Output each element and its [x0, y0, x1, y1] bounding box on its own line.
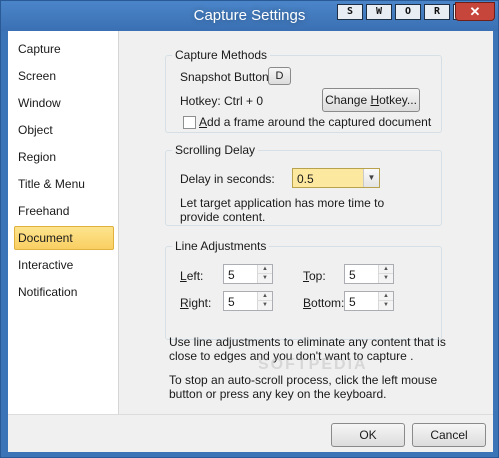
right-label-text: ight: [188, 296, 212, 310]
sword-letter: O [395, 4, 421, 20]
client-area: Capture Screen Window Object Region Titl… [8, 31, 493, 452]
category-sidebar: Capture Screen Window Object Region Titl… [8, 31, 119, 414]
ok-button[interactable]: OK [331, 423, 405, 447]
right-mnemonic: R [180, 296, 189, 310]
line-adjustments-group: Line Adjustments Left: 5 ▲ ▼ Top: 5 ▲ ▼ [165, 239, 442, 340]
right-label: Right: [180, 296, 211, 310]
change-hotkey-label-rest: otkey... [379, 93, 417, 107]
capture-methods-legend: Capture Methods [172, 48, 271, 62]
delay-description: Let target application has more time to … [180, 196, 385, 224]
spin-up-icon[interactable]: ▲ [258, 292, 272, 301]
bottom-spinner[interactable]: 5 ▲ ▼ [344, 291, 394, 311]
sidebar-item-screen[interactable]: Screen [14, 64, 114, 88]
sword-letter: S [337, 4, 363, 20]
sidebar-item-interactive[interactable]: Interactive [14, 253, 114, 277]
spin-down-icon[interactable]: ▼ [258, 274, 272, 283]
delay-label: Delay in seconds: [180, 172, 275, 186]
sword-letter: R [424, 4, 450, 20]
top-spinner[interactable]: 5 ▲ ▼ [344, 264, 394, 284]
spin-down-icon[interactable]: ▼ [379, 274, 393, 283]
spin-up-icon[interactable]: ▲ [379, 265, 393, 274]
bottom-value: 5 [349, 295, 356, 309]
change-hotkey-button[interactable]: Change Hotkey... [322, 88, 420, 112]
spin-down-icon[interactable]: ▼ [258, 301, 272, 310]
capture-methods-group: Capture Methods Snapshot Button: D Hotke… [165, 48, 442, 133]
sidebar-item-title-menu[interactable]: Title & Menu [14, 172, 114, 196]
top-label-text: op: [309, 269, 326, 283]
title-bar[interactable]: Capture Settings S W O R D ✕ [1, 1, 498, 31]
capture-settings-window: Capture Settings S W O R D ✕ Capture Scr… [0, 0, 499, 458]
add-frame-text: dd a frame around the captured document [207, 115, 432, 129]
snapshot-button[interactable]: D [268, 67, 291, 85]
add-frame-checkbox[interactable] [183, 116, 196, 129]
sidebar-item-object[interactable]: Object [14, 118, 114, 142]
top-label: Top: [303, 269, 326, 283]
left-value: 5 [228, 268, 235, 282]
bottom-label: Bottom: [303, 296, 344, 310]
close-button[interactable]: ✕ [455, 2, 495, 21]
line-adjustments-legend: Line Adjustments [172, 239, 270, 253]
sidebar-item-capture[interactable]: Capture [14, 37, 114, 61]
spin-up-icon[interactable]: ▲ [379, 292, 393, 301]
spin-down-icon[interactable]: ▼ [379, 301, 393, 310]
sidebar-item-document[interactable]: Document [14, 226, 114, 250]
sidebar-item-window[interactable]: Window [14, 91, 114, 115]
sidebar-item-notification[interactable]: Notification [14, 280, 114, 304]
add-frame-mnemonic: A [199, 115, 208, 129]
close-icon: ✕ [469, 4, 481, 19]
left-spinner[interactable]: 5 ▲ ▼ [223, 264, 273, 284]
left-label-text: eft: [186, 269, 204, 283]
bottom-mnemonic: B [303, 296, 312, 310]
scrolling-delay-group: Scrolling Delay Delay in seconds: 0.5 ▼ … [165, 143, 442, 226]
right-spinner[interactable]: 5 ▲ ▼ [223, 291, 273, 311]
top-value: 5 [349, 268, 356, 282]
left-mnemonic: L [180, 269, 187, 283]
bottom-label-text: ottom: [311, 296, 345, 310]
sidebar-item-region[interactable]: Region [14, 145, 114, 169]
auto-scroll-note: To stop an auto-scroll process, click th… [169, 373, 438, 401]
dialog-footer: OK Cancel [8, 414, 493, 452]
hotkey-text: Hotkey: Ctrl + 0 [180, 94, 264, 108]
chevron-down-icon[interactable]: ▼ [363, 169, 379, 187]
change-hotkey-mnemonic: H [370, 93, 380, 107]
sword-letter: W [366, 4, 392, 20]
left-spinner-buttons: ▲ ▼ [257, 265, 272, 283]
right-value: 5 [228, 295, 235, 309]
sidebar-item-freehand[interactable]: Freehand [14, 199, 114, 223]
change-hotkey-label: Change [325, 93, 371, 107]
right-spinner-buttons: ▲ ▼ [257, 292, 272, 310]
watermark: SOFTPEDIA [258, 356, 368, 373]
delay-combobox[interactable]: 0.5 ▼ [292, 168, 380, 188]
snapshot-button-label: Snapshot Button: [180, 70, 273, 84]
left-label: Left: [180, 269, 203, 283]
add-frame-label[interactable]: Add a frame around the captured document [199, 115, 431, 129]
top-spinner-buttons: ▲ ▼ [378, 265, 393, 283]
spin-up-icon[interactable]: ▲ [258, 265, 272, 274]
cancel-button[interactable]: Cancel [412, 423, 486, 447]
bottom-spinner-buttons: ▲ ▼ [378, 292, 393, 310]
scrolling-delay-legend: Scrolling Delay [172, 143, 259, 157]
delay-value: 0.5 [297, 172, 314, 186]
